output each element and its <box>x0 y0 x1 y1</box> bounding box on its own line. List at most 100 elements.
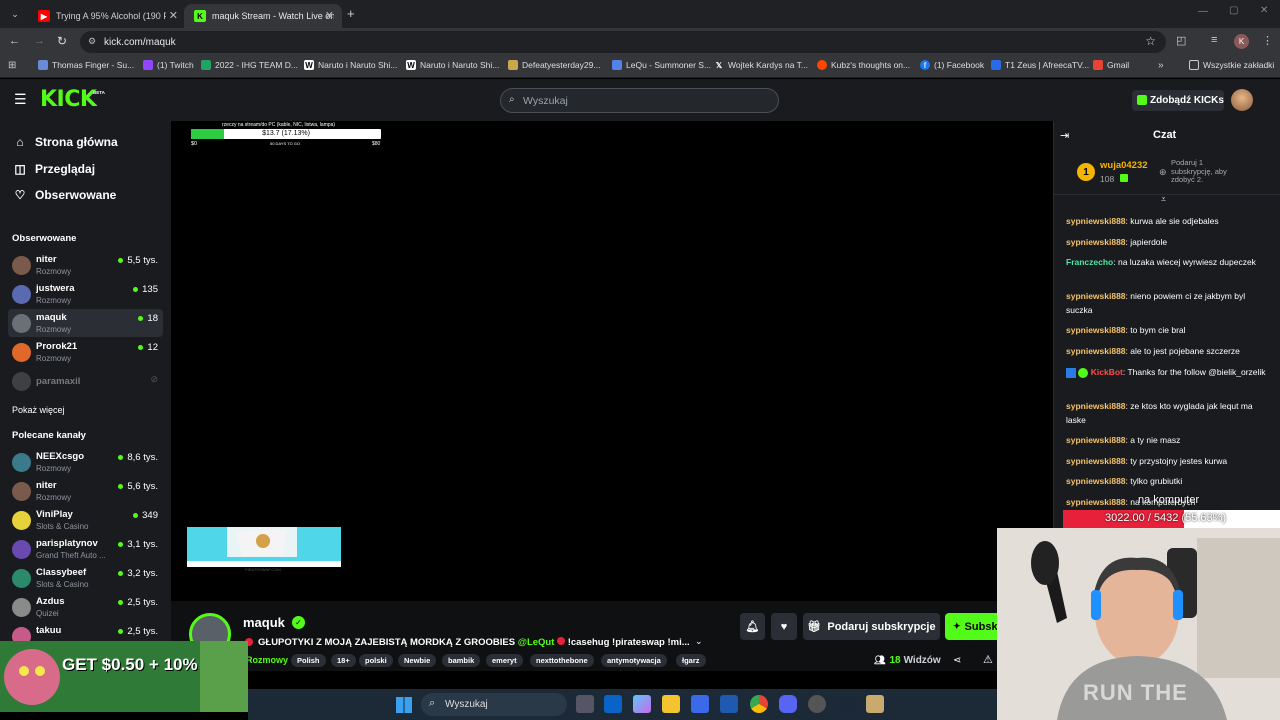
followed-channel-offline[interactable]: paramaxil ⊘ <box>8 367 163 395</box>
gift-sub-button[interactable]: 🎁︎ Podaruj subskrypcje <box>803 613 940 640</box>
file-explorer-icon[interactable] <box>662 695 680 713</box>
recommended-channel[interactable]: niter Rozmowy 5,6 tys. <box>8 477 163 505</box>
bookmark-item[interactable]: (1) Twitch <box>143 60 194 70</box>
windows-start-icon[interactable] <box>396 697 412 713</box>
reload-icon[interactable]: ↻ <box>57 34 67 48</box>
report-icon[interactable]: ⚠ <box>983 653 993 666</box>
bookmark-star-icon[interactable]: ☆ <box>1145 34 1156 48</box>
copilot-icon[interactable] <box>633 695 651 713</box>
notification-bell-button[interactable]: 🔔︎ <box>740 613 765 640</box>
nav-browse[interactable]: ◫ Przeglądaj <box>12 162 95 176</box>
streamer-name[interactable]: maquk <box>243 615 285 630</box>
tab-search-icon[interactable]: ⌄ <box>8 7 22 21</box>
app-icon[interactable] <box>808 695 826 713</box>
chat-username[interactable]: sypniewski888 <box>1066 401 1126 411</box>
tag[interactable]: polski <box>359 654 393 667</box>
maximize-button[interactable]: ▢ <box>1229 5 1238 16</box>
hamburger-menu-icon[interactable]: ☰ <box>14 91 27 108</box>
chat-username[interactable]: sypniewski888 <box>1066 237 1126 247</box>
share-icon[interactable]: ⋖ <box>953 655 961 666</box>
taskbar-search[interactable]: ⌕ Wyszukaj <box>421 693 567 716</box>
tag[interactable]: emeryt <box>486 654 523 667</box>
tag[interactable]: bambik <box>442 654 481 667</box>
bookmark-item[interactable]: LeQu - Summoner S... <box>612 60 711 70</box>
address-bar[interactable]: ⚙ kick.com/maquk ☆ <box>80 31 1166 53</box>
follow-button[interactable]: ♥ <box>771 613 797 640</box>
chat-username[interactable]: sypniewski888 <box>1066 435 1126 445</box>
outlook-icon[interactable] <box>604 695 622 713</box>
chrome-icon[interactable] <box>750 695 768 713</box>
bookmark-item[interactable]: Thomas Finger - Su... <box>38 60 134 70</box>
task-view-icon[interactable] <box>576 695 594 713</box>
site-info-icon[interactable]: ⚙ <box>88 36 96 47</box>
collapse-chat-icon[interactable]: ⇥ <box>1060 129 1069 142</box>
close-icon[interactable]: ✕ <box>169 9 178 22</box>
followed-channel[interactable]: niter Rozmowy 5,5 tys. <box>8 251 163 279</box>
leader-name[interactable]: wuja04232 <box>1100 160 1148 171</box>
nav-following[interactable]: ♡ Obserwowane <box>12 188 117 202</box>
recommended-channel[interactable]: ViniPlay Slots & Casino 349 <box>8 506 163 534</box>
category-link[interactable]: Rozmowy <box>246 655 288 665</box>
apps-icon[interactable]: ⊞ <box>8 60 16 71</box>
tag[interactable]: łgarz <box>676 654 706 667</box>
search-input[interactable]: ⌕ Wyszukaj <box>500 88 779 113</box>
minimize-button[interactable]: — <box>1198 6 1208 17</box>
tag[interactable]: nexttothebone <box>530 654 594 667</box>
tab-youtube[interactable]: ▶ Trying A 95% Alcohol (190 Proo ✕ <box>28 4 186 28</box>
get-kicks-button[interactable]: Zdobądź KICKs <box>1132 90 1224 111</box>
close-window-button[interactable]: ✕ <box>1260 5 1268 16</box>
app-icon[interactable] <box>720 695 738 713</box>
media-icon[interactable]: ≡ <box>1211 34 1217 46</box>
recommended-channel[interactable]: Azdus Quizei 2,5 tys. <box>8 593 163 621</box>
chat-username[interactable]: sypniewski888 <box>1066 325 1126 335</box>
bookmark-item[interactable]: W Naruto i Naruto Shi... <box>304 60 397 70</box>
followed-channel[interactable]: justwera Rozmowy 135 <box>8 280 163 308</box>
more-bookmarks-icon[interactable]: » <box>1158 60 1164 71</box>
bookmark-item[interactable]: Defeatyesterday29... <box>508 60 600 70</box>
menu-icon[interactable]: ⋮ <box>1262 34 1273 47</box>
new-tab-button[interactable]: + <box>347 6 355 21</box>
tag[interactable]: Newbie <box>398 654 437 667</box>
chat-username[interactable]: sypniewski888 <box>1066 497 1126 507</box>
tag[interactable]: antymotywacja <box>601 654 667 667</box>
recommended-channel[interactable]: Classybeef Slots & Casino 3,2 tys. <box>8 564 163 592</box>
pinned-toggle-icon[interactable]: ⩡ <box>1161 194 1166 205</box>
subscribe-button[interactable]: ✦ Subsk <box>945 613 998 640</box>
extensions-icon[interactable]: ◰ <box>1176 34 1186 47</box>
all-bookmarks[interactable]: Wszystkie zakładki <box>1189 60 1274 70</box>
followed-channel-active[interactable]: maquk Rozmowy 18 <box>8 309 163 337</box>
tag[interactable]: 18+ <box>331 654 356 667</box>
chat-username[interactable]: sypniewski888 <box>1066 476 1126 486</box>
league-icon[interactable] <box>866 695 884 713</box>
tag[interactable]: Polish <box>291 654 326 667</box>
store-icon[interactable] <box>691 695 709 713</box>
discord-icon[interactable] <box>779 695 797 713</box>
bookmark-item[interactable]: f (1) Facebook <box>920 60 984 70</box>
chat-username[interactable]: Franczecho <box>1066 257 1113 267</box>
kick-logo[interactable]: KICK <box>40 87 97 112</box>
recommended-channel[interactable]: NEEXcsgo Rozmowy 8,6 tys. <box>8 448 163 476</box>
recommended-channel[interactable]: parisplatynov Grand Theft Auto ... 3,1 t… <box>8 535 163 563</box>
bookmark-item[interactable]: T1 Zeus | AfreecaTV... <box>991 60 1089 70</box>
chat-username[interactable]: sypniewski888 <box>1066 456 1126 466</box>
profile-avatar[interactable]: K <box>1234 34 1249 49</box>
bookmark-item[interactable]: Gmail <box>1093 60 1129 70</box>
close-icon[interactable]: ✕ <box>325 9 334 22</box>
bookmark-item[interactable]: W Naruto i Naruto Shi... <box>406 60 499 70</box>
user-avatar[interactable] <box>1231 89 1253 111</box>
steam-icon[interactable] <box>837 695 855 713</box>
tab-kick[interactable]: K maquk Stream - Watch Live on ✕ <box>184 4 342 28</box>
nav-home[interactable]: ⌂ Strona główna <box>12 135 117 149</box>
title-mention[interactable]: @LeQut <box>518 637 555 648</box>
title-expand-chevron-icon[interactable]: ⌄ <box>695 636 703 647</box>
show-more-link[interactable]: Pokaż więcej <box>12 405 65 415</box>
bookmark-item[interactable]: Kubz's thoughts on... <box>817 60 910 70</box>
back-icon[interactable]: ← <box>9 35 20 47</box>
followed-channel[interactable]: Prorok21 Rozmowy 12 <box>8 338 163 366</box>
forward-icon[interactable]: → <box>34 35 45 47</box>
chat-username[interactable]: sypniewski888 <box>1066 346 1126 356</box>
chat-username[interactable]: sypniewski888 <box>1066 216 1126 226</box>
bookmark-item[interactable]: 2022 - IHG TEAM D... <box>201 60 298 70</box>
chat-username[interactable]: KickBot <box>1091 367 1123 377</box>
chat-username[interactable]: sypniewski888 <box>1066 291 1126 301</box>
